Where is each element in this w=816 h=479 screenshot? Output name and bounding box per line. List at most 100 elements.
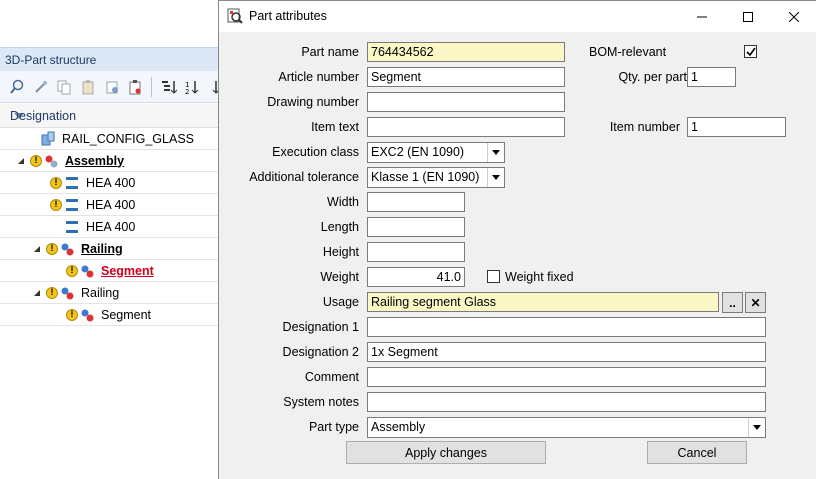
close-button[interactable]	[771, 1, 816, 32]
warning-icon: !	[30, 154, 42, 167]
beam-icon	[64, 219, 80, 235]
usage-label: Usage	[322, 295, 359, 309]
toolbar-separator	[151, 76, 153, 97]
tree-item-beam[interactable]: HEA 400	[0, 216, 225, 238]
beam-icon	[64, 197, 80, 213]
chevron-down-icon[interactable]	[487, 143, 504, 162]
system-notes-field[interactable]	[367, 392, 766, 412]
cut-icon[interactable]	[102, 77, 121, 96]
svg-text:2: 2	[185, 88, 189, 95]
expanded-icon[interactable]	[32, 244, 42, 254]
warning-icon: !	[66, 308, 78, 321]
warning-icon: !	[66, 264, 78, 277]
collapsed-icon[interactable]	[54, 309, 64, 320]
qty-per-part-label: Qty. per part	[618, 70, 687, 84]
part-attributes-dialog: Part attributes Part name 764434562 BOM-…	[218, 0, 816, 479]
item-number-field[interactable]: 1	[687, 117, 786, 137]
tree-item-label: Railing	[81, 241, 123, 256]
assembly-icon	[59, 285, 75, 301]
pin-icon[interactable]	[32, 77, 51, 96]
tree-item-rail-config[interactable]: RAIL_CONFIG_GLASS	[0, 128, 225, 150]
expanded-icon[interactable]	[16, 156, 26, 166]
beam-icon	[64, 175, 80, 191]
tree-item-assembly[interactable]: ! Assembly	[0, 150, 225, 172]
part-type-value: Assembly	[371, 420, 426, 434]
weight-fixed-label: Weight fixed	[505, 270, 574, 284]
chevron-down-icon[interactable]	[748, 418, 765, 437]
tree-item-beam[interactable]: ! HEA 400	[0, 172, 225, 194]
article-number-label: Article number	[278, 70, 359, 84]
sort-tree-icon[interactable]	[159, 77, 178, 96]
comment-label: Comment	[304, 370, 359, 384]
execution-class-value: EXC2 (EN 1090)	[371, 145, 465, 159]
dialog-titlebar[interactable]: Part attributes	[219, 1, 816, 32]
tree-item-railing[interactable]: ! Railing	[0, 238, 225, 260]
tree-item-label: HEA 400	[86, 219, 136, 234]
part-name-field[interactable]: 764434562	[367, 42, 565, 62]
height-label: Height	[322, 245, 359, 259]
sort-numbered-icon[interactable]: 12	[183, 77, 202, 96]
warning-icon: !	[46, 242, 58, 255]
width-label: Width	[327, 195, 359, 209]
width-field[interactable]	[367, 192, 465, 212]
minimize-button[interactable]	[679, 1, 725, 32]
tree-item-label: Assembly	[65, 153, 125, 168]
apply-changes-button[interactable]: Apply changes	[346, 441, 546, 464]
cancel-button[interactable]: Cancel	[647, 441, 747, 464]
usage-browse-button[interactable]: ..	[722, 292, 743, 313]
assembly-icon	[59, 241, 75, 257]
warning-icon: !	[50, 198, 62, 211]
designation-2-field[interactable]: 1x Segment	[367, 342, 766, 362]
article-number-field[interactable]: Segment	[367, 67, 565, 87]
copy-icon[interactable]	[55, 77, 74, 96]
maximize-button[interactable]	[725, 1, 771, 32]
height-field[interactable]	[367, 242, 465, 262]
tree-column-header[interactable]: Designation	[0, 104, 225, 128]
assembly-icon	[79, 307, 95, 323]
designation-2-label: Designation 2	[282, 345, 359, 359]
tree-item-label: HEA 400	[86, 197, 136, 212]
tree-item-segment-selected[interactable]: ! Segment	[0, 260, 225, 282]
comment-field[interactable]	[367, 367, 766, 387]
drawing-number-label: Drawing number	[267, 95, 359, 109]
tree-item-beam[interactable]: ! HEA 400	[0, 194, 225, 216]
tree-item-segment[interactable]: ! Segment	[0, 304, 225, 326]
tree-item-railing[interactable]: ! Railing	[0, 282, 225, 304]
zoom-icon[interactable]	[8, 77, 27, 96]
additional-tolerance-label: Additional tolerance	[249, 170, 359, 184]
assembly-icon	[43, 153, 59, 169]
additional-tolerance-select[interactable]: Klasse 1 (EN 1090)	[367, 167, 505, 188]
usage-clear-button[interactable]: ✕	[745, 292, 766, 313]
designation-1-label: Designation 1	[282, 320, 359, 334]
dialog-title: Part attributes	[249, 9, 327, 23]
part-type-label: Part type	[308, 420, 359, 434]
bom-relevant-checkbox[interactable]	[744, 45, 757, 58]
panel-title: 3D-Part structure	[0, 47, 225, 71]
tree-item-label: Railing	[81, 285, 120, 300]
length-field[interactable]	[367, 217, 465, 237]
model-icon	[40, 131, 56, 147]
additional-tolerance-value: Klasse 1 (EN 1090)	[371, 170, 480, 184]
part-structure-panel: 3D-Part structure 12 Designation RAIL_CO…	[0, 0, 225, 479]
drawing-number-field[interactable]	[367, 92, 565, 112]
collapsed-icon[interactable]	[54, 265, 64, 276]
tree-item-label: Segment	[101, 263, 154, 278]
part-type-select[interactable]: Assembly	[367, 417, 766, 438]
tree-item-label: HEA 400	[86, 175, 136, 190]
usage-field[interactable]: Railing segment Glass	[367, 292, 719, 312]
qty-per-part-field[interactable]: 1	[687, 67, 736, 87]
assembly-icon	[79, 263, 95, 279]
item-text-label: Item text	[311, 120, 359, 134]
expanded-icon[interactable]	[32, 288, 42, 298]
item-text-field[interactable]	[367, 117, 565, 137]
paste-icon[interactable]	[79, 77, 98, 96]
execution-class-select[interactable]: EXC2 (EN 1090)	[367, 142, 505, 163]
structure-toolbar: 12	[0, 71, 225, 103]
chevron-down-icon[interactable]	[487, 168, 504, 187]
weight-fixed-checkbox[interactable]	[487, 270, 500, 283]
weight-field[interactable]: 41.0	[367, 267, 465, 287]
clipboard-icon[interactable]	[126, 77, 145, 96]
tree-item-label: RAIL_CONFIG_GLASS	[62, 131, 194, 146]
length-label: Length	[320, 220, 359, 234]
designation-1-field[interactable]	[367, 317, 766, 337]
